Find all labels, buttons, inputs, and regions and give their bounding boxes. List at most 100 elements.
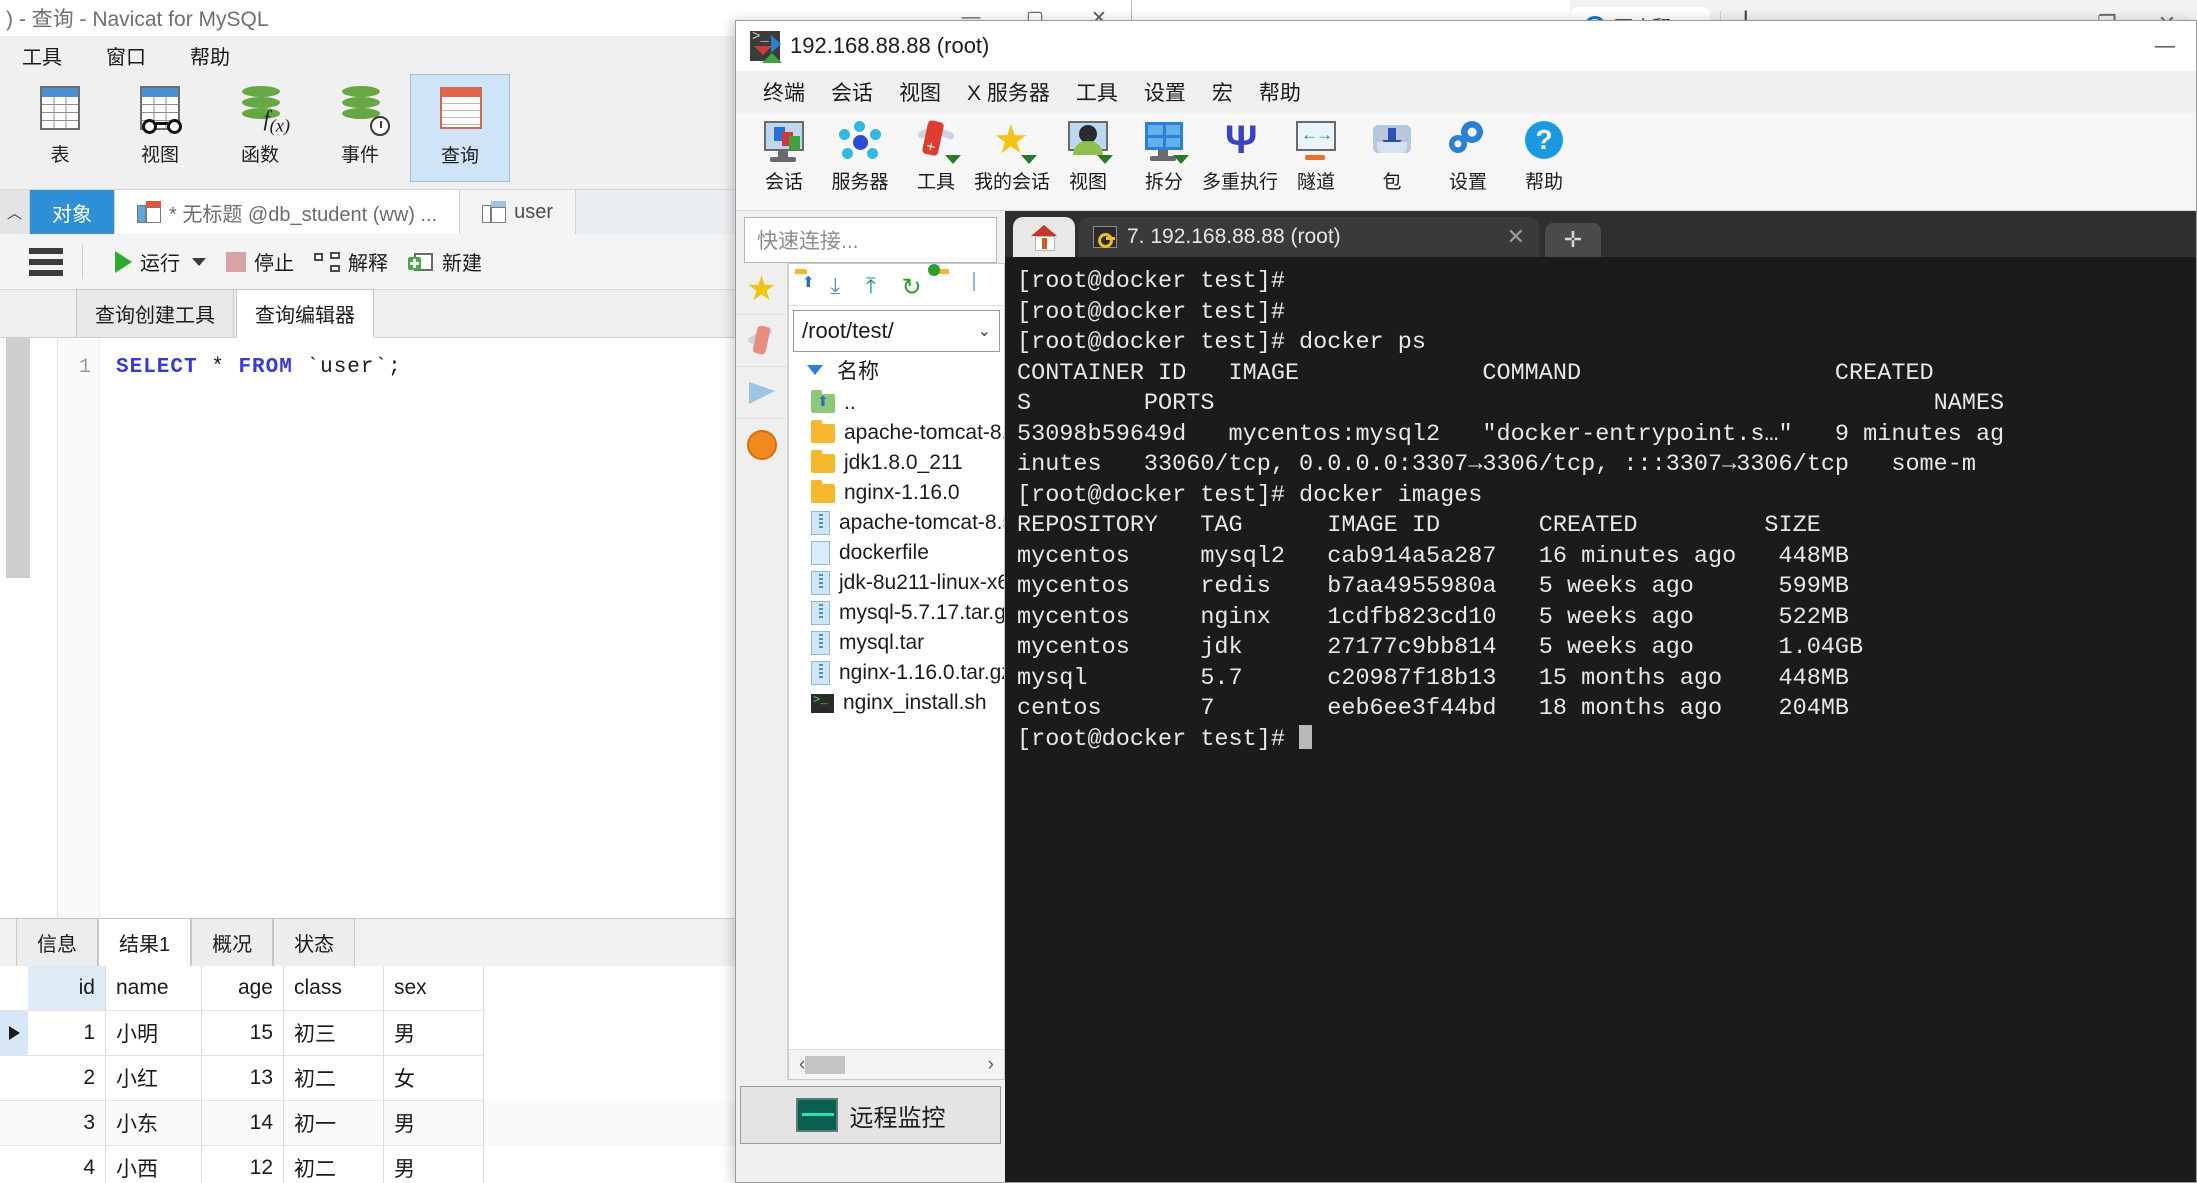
list-item[interactable]: apache-tomcat-8.5 — [811, 418, 1004, 448]
refresh-icon[interactable]: ↻ — [902, 273, 928, 301]
hamburger-icon[interactable] — [16, 247, 63, 276]
tab-query-builder[interactable]: 查询创建工具 — [76, 289, 234, 337]
tab-status[interactable]: 状态 — [273, 918, 356, 966]
editor-code-area[interactable]: SELECT * FROM `user`; — [100, 338, 402, 918]
cell-id[interactable]: 3 — [28, 1101, 106, 1146]
folder-up-icon[interactable] — [795, 273, 821, 297]
xs-toolbar-settings[interactable]: 设置 — [1430, 113, 1506, 194]
tab-query-editor[interactable]: 查询编辑器 — [236, 289, 374, 338]
tab-result-1[interactable]: 结果1 — [98, 918, 192, 967]
cell-id[interactable]: 1 — [28, 1011, 106, 1056]
xs-toolbar-multi-exec[interactable]: Ψ 多重执行 — [1202, 113, 1278, 194]
cell-age[interactable]: 13 — [202, 1056, 284, 1101]
rail-globe-icon[interactable] — [736, 419, 787, 471]
list-item[interactable]: .. — [811, 388, 1004, 418]
new-folder-icon[interactable] — [937, 273, 963, 297]
new-terminal-tab-button[interactable]: ✛ — [1545, 223, 1601, 257]
doc-tab-untitled-query[interactable]: * 无标题 @db_student (ww) ... — [115, 190, 461, 234]
explain-button[interactable]: 解释 — [304, 247, 398, 276]
grid-header-class[interactable]: class — [284, 966, 384, 1011]
rail-tools-knife-icon[interactable] — [736, 315, 787, 367]
stop-button[interactable]: 停止 — [216, 247, 304, 276]
toolbar-button-query[interactable]: 查询 — [410, 74, 510, 182]
xs-toolbar-session[interactable]: 会话 — [746, 113, 822, 194]
chevron-down-icon[interactable] — [192, 257, 206, 266]
cell-name[interactable]: 小东 — [106, 1101, 202, 1146]
sort-triangle-icon[interactable] — [807, 365, 823, 375]
xs-menu-tools[interactable]: 工具 — [1063, 77, 1131, 107]
cell-sex[interactable]: 男 — [384, 1101, 484, 1146]
rail-send-plane-icon[interactable] — [736, 367, 787, 419]
menu-window[interactable]: 窗口 — [84, 41, 168, 70]
terminal-tab-home[interactable] — [1013, 217, 1075, 257]
xs-menu-settings[interactable]: 设置 — [1131, 77, 1199, 107]
menu-help[interactable]: 帮助 — [168, 41, 252, 70]
xs-toolbar-my-sessions[interactable]: ★ 我的会话 — [974, 113, 1050, 194]
upload-icon[interactable]: ⤒ — [866, 273, 892, 298]
editor-scrollbar-thumb[interactable] — [6, 338, 30, 578]
new-button[interactable]: 新建 — [398, 247, 492, 276]
xs-toolbar-split[interactable]: 拆分 — [1126, 113, 1202, 194]
xs-menu-xserver[interactable]: X 服务器 — [954, 77, 1063, 107]
cell-id[interactable]: 4 — [28, 1146, 106, 1183]
cell-name[interactable]: 小红 — [106, 1056, 202, 1101]
cell-age[interactable]: 12 — [202, 1146, 284, 1183]
list-item[interactable]: nginx-1.16.0.tar.gz — [811, 658, 1004, 688]
remote-monitor-button[interactable]: 远程监控 — [740, 1086, 1001, 1144]
cell-sex[interactable]: 女 — [384, 1056, 484, 1101]
list-item[interactable]: dockerfile — [811, 538, 1004, 568]
xs-toolbar-tunnel[interactable]: ←→ 隧道 — [1278, 113, 1354, 194]
terminal-tab-session[interactable]: 7. 192.168.88.88 (root) ✕ — [1079, 217, 1539, 257]
grid-header-name[interactable]: name — [106, 966, 202, 1011]
toolbar-button-function[interactable]: f(x) 函数 — [210, 74, 310, 182]
terminal-output[interactable]: [root@docker test]# [root@docker test]# … — [1005, 257, 2196, 1182]
tab-profile[interactable]: 概况 — [191, 918, 274, 966]
grid-header-id[interactable]: id — [28, 966, 106, 1011]
tab-info[interactable]: 信息 — [16, 918, 98, 966]
doc-tab-user[interactable]: user — [460, 190, 577, 234]
cell-age[interactable]: 15 — [202, 1011, 284, 1056]
grid-header-age[interactable]: age — [202, 966, 284, 1011]
xs-menu-help[interactable]: 帮助 — [1246, 77, 1314, 107]
scrollbar-thumb[interactable] — [805, 1055, 846, 1074]
xs-toolbar-package[interactable]: 包 — [1354, 113, 1430, 194]
path-bar[interactable]: /root/test/ ⌄ — [793, 310, 1000, 352]
download-icon[interactable]: ⤓ — [831, 273, 857, 298]
cell-class[interactable]: 初三 — [284, 1011, 384, 1056]
cell-sex[interactable]: 男 — [384, 1146, 484, 1183]
list-item[interactable]: jdk1.8.0_211 — [811, 448, 1004, 478]
list-item[interactable]: mysql-5.7.17.tar.gz — [811, 598, 1004, 628]
run-button[interactable]: 运行 — [105, 247, 216, 276]
cell-sex[interactable]: 男 — [384, 1011, 484, 1056]
xs-menu-terminal[interactable]: 终端 — [750, 77, 818, 107]
list-item[interactable]: nginx_install.sh — [811, 688, 1004, 718]
xs-menu-view[interactable]: 视图 — [886, 77, 954, 107]
new-file-icon[interactable] — [972, 271, 999, 297]
xs-toolbar-server[interactable]: 服务器 — [822, 113, 898, 194]
quick-connect-input[interactable]: 快速连接... — [744, 217, 997, 263]
list-item[interactable]: mysql.tar — [811, 628, 1004, 658]
cell-name[interactable]: 小明 — [106, 1011, 202, 1056]
cell-age[interactable]: 14 — [202, 1101, 284, 1146]
xs-menu-macro[interactable]: 宏 — [1199, 77, 1246, 107]
xshell-minimize-button[interactable]: — — [2134, 21, 2196, 71]
cell-class[interactable]: 初二 — [284, 1146, 384, 1183]
scroll-right-icon[interactable]: › — [988, 1054, 994, 1076]
chevron-down-icon[interactable]: ⌄ — [978, 321, 991, 341]
list-item[interactable]: nginx-1.16.0 — [811, 478, 1004, 508]
collapse-sidebar-button[interactable]: ︿ — [0, 190, 30, 234]
close-icon[interactable]: ✕ — [1507, 224, 1525, 250]
list-item[interactable]: apache-tomcat-8.5 — [811, 508, 1004, 538]
xs-toolbar-help[interactable]: ? 帮助 — [1506, 113, 1582, 194]
rail-favorites-star-icon[interactable]: ★ — [736, 263, 787, 315]
cell-name[interactable]: 小西 — [106, 1146, 202, 1183]
cell-class[interactable]: 初二 — [284, 1056, 384, 1101]
toolbar-button-view[interactable]: 视图 — [110, 74, 210, 182]
cell-id[interactable]: 2 — [28, 1056, 106, 1101]
menu-tools[interactable]: 工具 — [0, 41, 84, 70]
list-item[interactable]: jdk-8u211-linux-x6 — [811, 568, 1004, 598]
xs-menu-session[interactable]: 会话 — [818, 77, 886, 107]
xs-toolbar-tools[interactable]: 工具 — [898, 113, 974, 194]
cell-class[interactable]: 初一 — [284, 1101, 384, 1146]
xs-toolbar-view[interactable]: 视图 — [1050, 113, 1126, 194]
